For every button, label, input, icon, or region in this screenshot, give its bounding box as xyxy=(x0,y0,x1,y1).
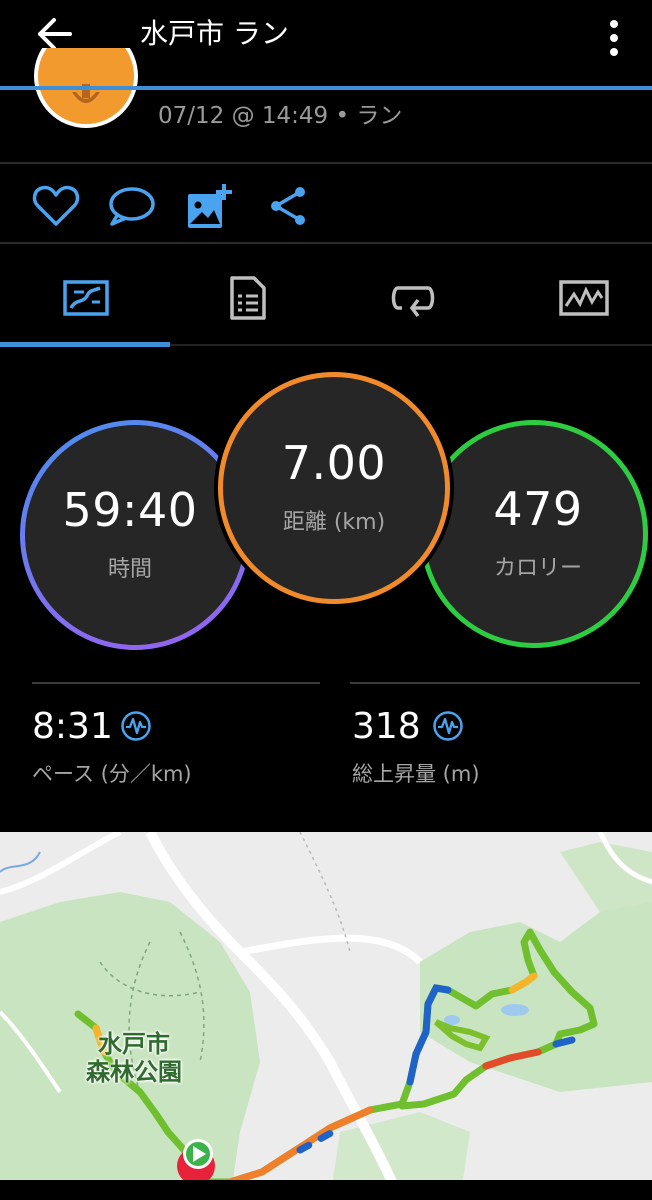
comment-bubble-icon[interactable] xyxy=(106,180,158,232)
stat-divider xyxy=(350,682,640,684)
ascent-chart-icon[interactable] xyxy=(432,710,464,742)
tab-charts[interactable] xyxy=(504,268,652,328)
app-bar-accent-line xyxy=(0,86,652,90)
divider xyxy=(0,162,652,164)
tab-overview[interactable] xyxy=(6,268,166,328)
pace-chart-icon[interactable] xyxy=(120,710,152,742)
activity-subtitle: 07/12 @ 14:49 • ラン xyxy=(158,103,403,129)
like-heart-icon[interactable] xyxy=(30,180,82,232)
bottom-bar xyxy=(0,1180,652,1200)
calories-label: カロリー xyxy=(493,556,582,581)
distance-value: 7.00 xyxy=(281,436,387,490)
divider xyxy=(0,242,652,244)
map-place-line2: 森林公園 xyxy=(86,1058,182,1086)
ascent-value: 318 xyxy=(352,706,421,747)
document-list-icon xyxy=(230,276,266,320)
map-place-line1: 水戸市 xyxy=(98,1030,170,1058)
add-photo-icon[interactable] xyxy=(184,182,236,234)
map-overview-icon xyxy=(63,280,109,316)
calories-value: 479 xyxy=(493,482,583,536)
distance-label: 距離 (km) xyxy=(282,510,386,535)
map-place-label: 水戸市 森林公園 xyxy=(86,1030,182,1086)
laps-loop-icon xyxy=(391,286,435,318)
page-title: 水戸市 ラン xyxy=(140,17,289,50)
pace-value: 8:31 xyxy=(32,706,113,747)
calories-ring[interactable]: 479 カロリー xyxy=(420,420,648,648)
map-background xyxy=(0,832,652,1200)
avatar[interactable] xyxy=(32,48,140,134)
time-label: 時間 xyxy=(107,557,152,582)
tab-indicator xyxy=(0,342,170,347)
tab-stats[interactable] xyxy=(168,268,328,328)
stat-divider xyxy=(32,682,320,684)
pace-label: ペース (分／km) xyxy=(32,762,192,786)
more-options-icon[interactable] xyxy=(596,10,632,58)
time-ring[interactable]: 59:40 時間 xyxy=(20,420,250,650)
share-icon[interactable] xyxy=(264,180,316,232)
chart-graph-icon xyxy=(559,280,609,316)
tab-laps[interactable] xyxy=(334,268,494,328)
time-value: 59:40 xyxy=(62,483,198,537)
ascent-label: 総上昇量 (m) xyxy=(352,762,480,786)
route-map[interactable]: 水戸市 森林公園 xyxy=(0,832,652,1200)
distance-ring[interactable]: 7.00 距離 (km) xyxy=(218,372,450,604)
